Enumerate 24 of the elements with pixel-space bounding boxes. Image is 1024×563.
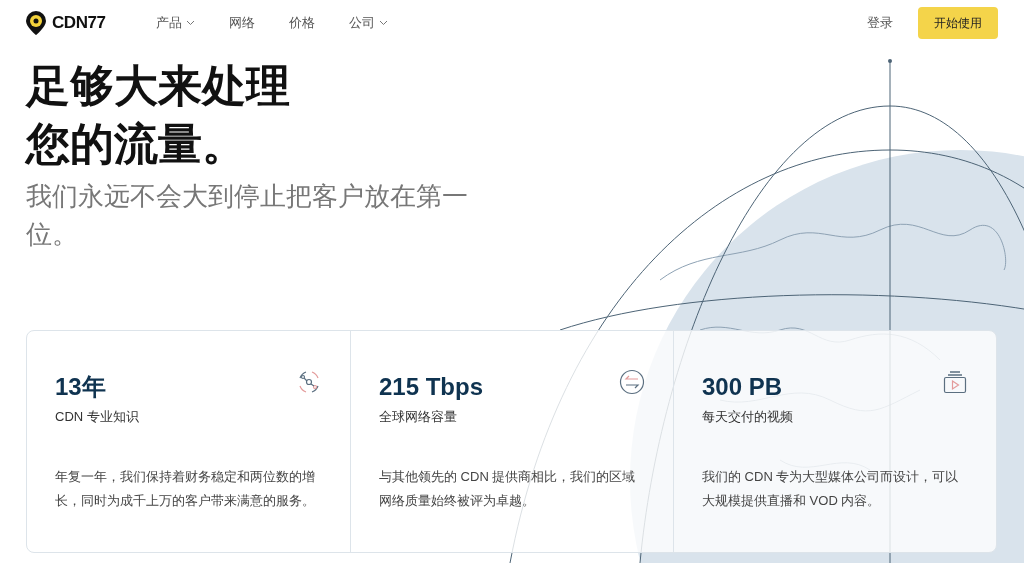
video-stack-icon	[942, 369, 968, 395]
nav-link[interactable]: 价格	[288, 12, 315, 33]
stat-value: 13年	[55, 372, 106, 402]
hero-subtitle: 我们永远不会大到停止把客户放在第一位。	[26, 180, 469, 251]
nav-link[interactable]: 公司	[348, 12, 388, 33]
stat-label: 每天交付的视频	[702, 408, 793, 426]
nav-link[interactable]: 产品	[155, 12, 195, 33]
login-link[interactable]: 登录	[867, 12, 893, 33]
exchange-arrows-icon	[619, 369, 645, 395]
brand-name[interactable]: CDN77	[52, 9, 106, 36]
stat-value: 215 Tbps	[379, 372, 484, 402]
stat-label: CDN 专业知识	[55, 408, 139, 426]
stat-description: 我们的 CDN 专为大型媒体公司而设计，可以大规模提供直播和 VOD 内容。	[702, 467, 960, 510]
stat-label: 全球网络容量	[379, 408, 457, 426]
stat-value: 300 PB	[702, 372, 783, 402]
chevron-down-icon	[378, 19, 388, 26]
stat-description: 与其他领先的 CDN 提供商相比，我们的区域网络质量始终被评为卓越。	[379, 467, 637, 510]
nav-link[interactable]: 网络	[228, 12, 255, 33]
hero-title: 您的流量。	[26, 118, 246, 170]
map-pin-logo-icon	[26, 10, 46, 35]
stat-description: 年复一年，我们保持着财务稳定和两位数的增长，同时为成千上万的客户带来满意的服务。	[55, 467, 316, 510]
get-started-button[interactable]: 开始使用	[918, 6, 998, 39]
hero-title: 足够大来处理	[26, 60, 290, 112]
chevron-down-icon	[185, 19, 195, 26]
